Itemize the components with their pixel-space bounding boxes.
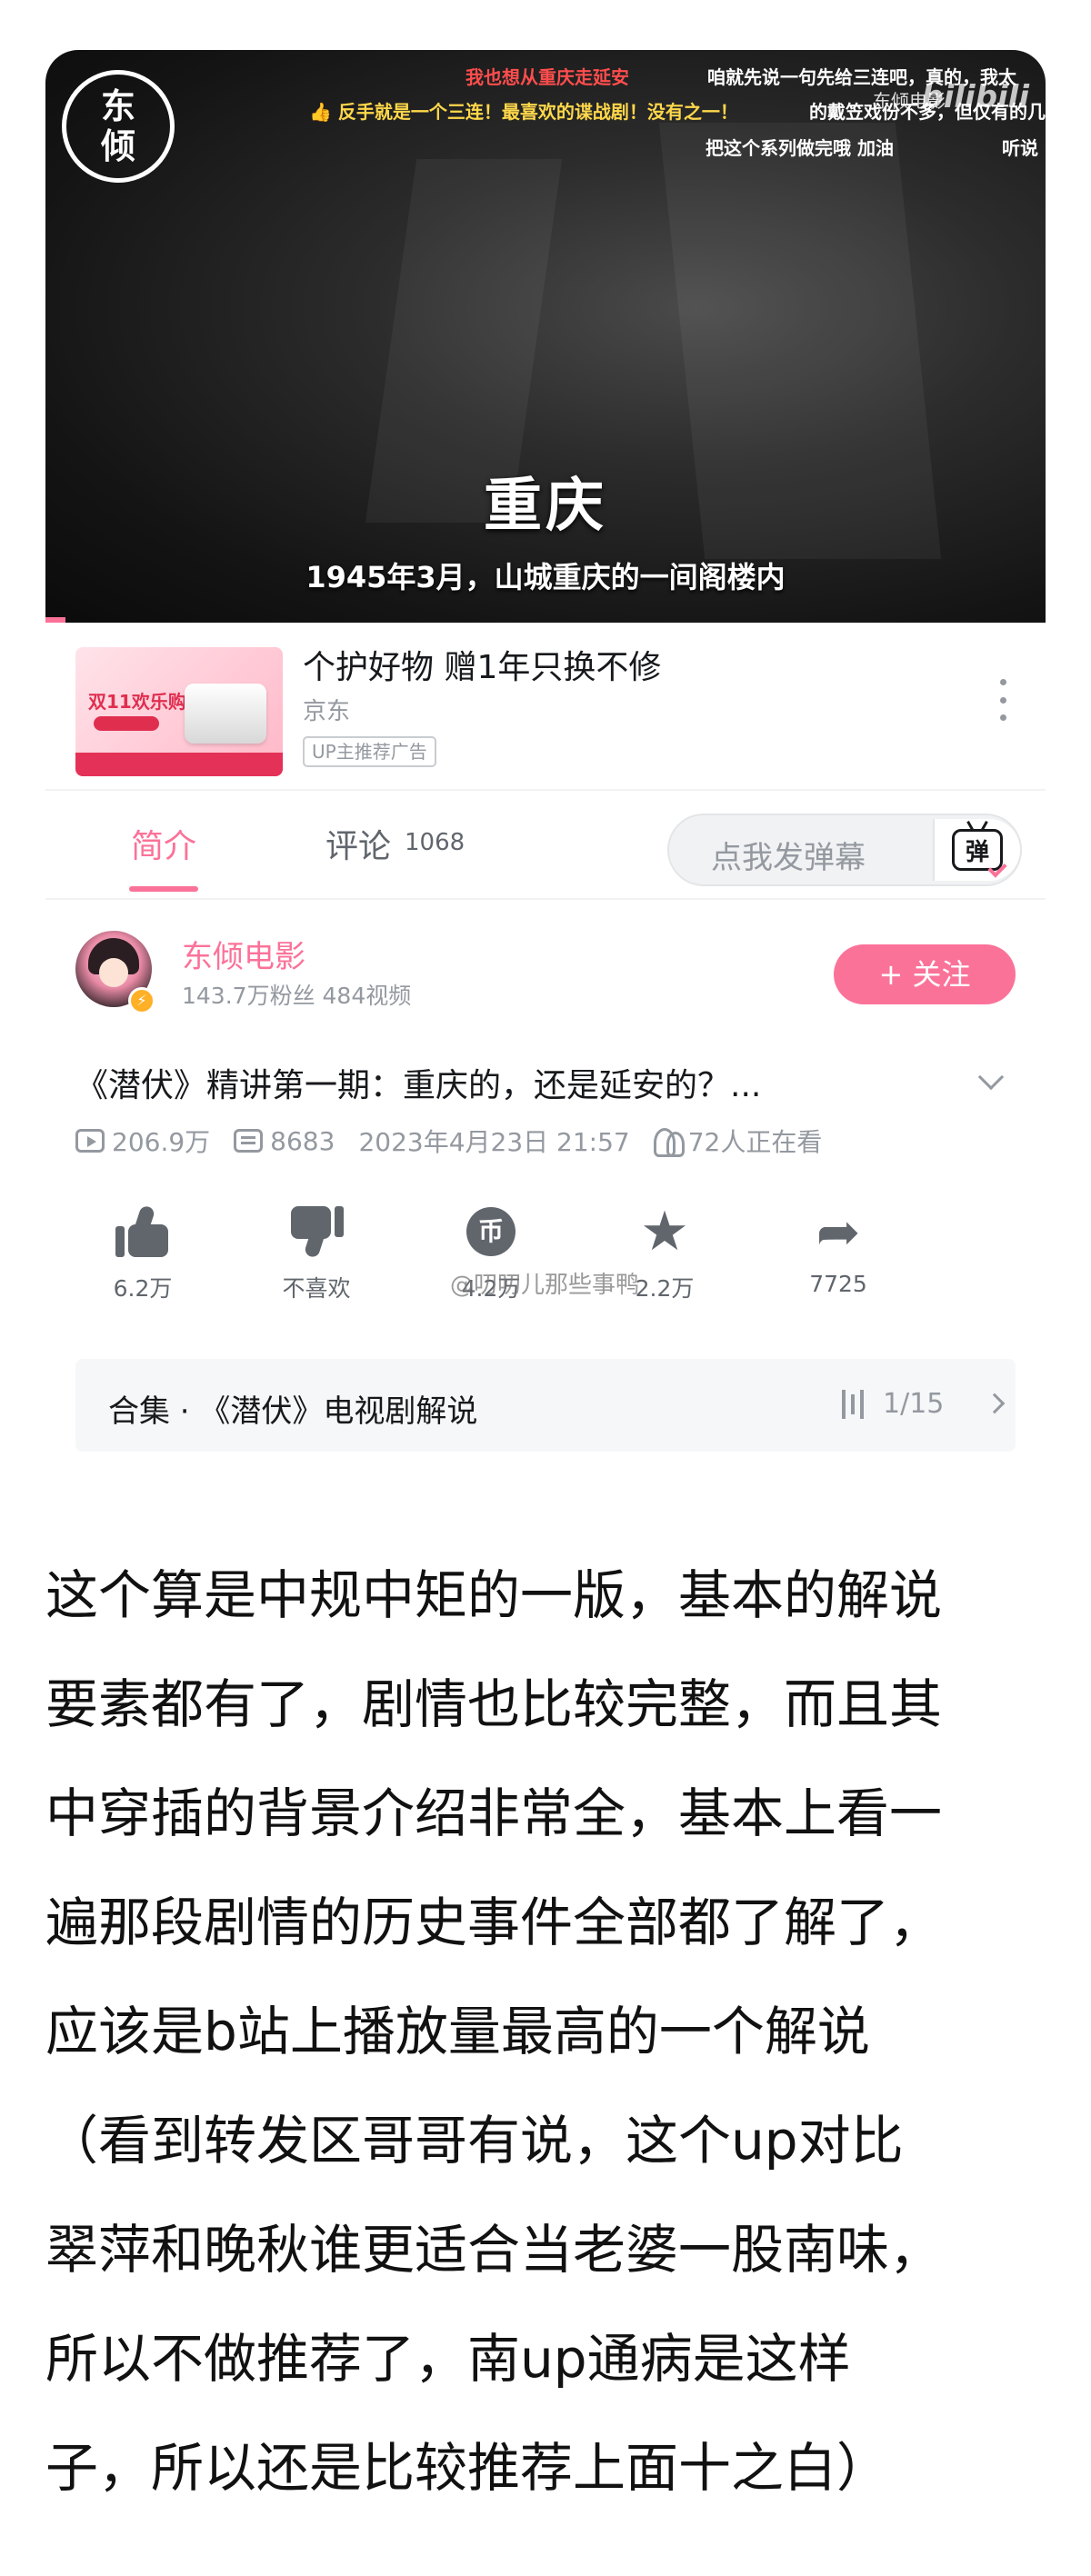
danmaku-comment: 听说 <box>1002 137 1038 159</box>
tab-comments[interactable]: 评论 <box>325 820 391 867</box>
thumbs-down-icon <box>289 1206 344 1259</box>
danmaku-comment: 我也想从重庆走延安 <box>465 66 629 88</box>
like-button[interactable]: 6.2万 <box>70 1200 215 1303</box>
thumbs-up-icon <box>115 1204 170 1257</box>
share-button[interactable]: ➦ 7725 <box>766 1200 911 1297</box>
weibo-watermark: @叨叨儿那些事鸭 <box>450 1272 640 1299</box>
uploader-stats: 143.7万粉丝 484视频 <box>182 983 412 1009</box>
commentary-text: 这个算是中规中矩的一版，基本的解说 要素都有了，剧情也比较完整，而且其 中穿插的… <box>45 1541 1064 2522</box>
like-count: 6.2万 <box>113 1275 173 1302</box>
tab-intro[interactable]: 简介 <box>131 820 196 867</box>
logo-char: 倾 <box>100 126 135 166</box>
dislike-button[interactable]: 不喜欢 <box>244 1200 389 1303</box>
comments-count[interactable]: 1068 <box>405 829 465 856</box>
video-caption-title: 重庆 <box>484 473 607 540</box>
danmaku-button-label: 弹 <box>965 838 989 866</box>
ad-thumb-band <box>75 753 283 776</box>
channel-logo: 东 倾 <box>62 70 175 183</box>
watching-count: 72人正在看 <box>687 1127 823 1157</box>
video-detail-card: 东 倾 我也想从重庆走延安 咱就先说一句先给三连吧，真的，我太 👍 反手就是一个… <box>45 50 1046 1459</box>
collection-label: 合集 · 《潜伏》电视剧解说 <box>108 1393 478 1430</box>
commentary-line: 所以不做推荐了，南up通病是这样 <box>45 2328 851 2390</box>
commentary-line: （看到转发区哥哥有说，这个up对比 <box>45 2110 904 2172</box>
commentary-line: 翠萍和晚秋谁更适合当老婆一股南味， <box>45 2219 943 2281</box>
ad-thumbnail[interactable]: 双11欢乐购 <box>75 647 283 776</box>
video-title[interactable]: 《潜伏》精讲第一期：重庆的，还是延安的？... <box>75 1059 761 1106</box>
ad-product-image <box>185 684 266 744</box>
danmaku-count-icon <box>234 1129 264 1153</box>
commentary-line: 子，所以还是比较推荐上面十之白） <box>45 2437 890 2499</box>
share-icon: ➦ <box>816 1201 861 1263</box>
commentary-line: 遍那段剧情的历史事件全部都了解了， <box>45 1892 943 1953</box>
share-count: 7725 <box>809 1271 867 1297</box>
uploader-name[interactable]: 东倾电影 <box>182 932 305 976</box>
commentary-line: 这个算是中规中矩的一版，基本的解说 <box>45 1564 943 1626</box>
coin-icon: 币 <box>466 1207 515 1256</box>
playlist-icon <box>842 1390 867 1419</box>
danmaku-comment: 👍 反手就是一个三连！最喜欢的谍战剧！没有之一！ <box>309 101 738 123</box>
commentary-line: 中穿插的背景介绍非常全，基本上看一 <box>45 1782 943 1844</box>
star-icon: ★ <box>640 1200 689 1263</box>
play-count-icon <box>75 1129 105 1153</box>
video-meta: 206.9万 8683 2023年4月23日 21:57 72人正在看 <box>75 1123 822 1159</box>
commentary-line: 应该是b站上播放量最高的一个解说 <box>45 2001 870 2062</box>
logo-char: 东 <box>100 86 135 126</box>
dislike-label: 不喜欢 <box>282 1275 351 1302</box>
danmaku-input[interactable]: 点我发弹幕 弹 <box>667 814 1022 886</box>
ad-label-badge: UP主推荐广告 <box>303 736 436 767</box>
viewers-icon <box>653 1128 685 1157</box>
more-options-icon[interactable] <box>998 679 1007 721</box>
expand-chevron-icon[interactable] <box>977 1063 1005 1091</box>
ad-thumb-headline: 双11欢乐购 <box>88 691 186 713</box>
follow-button[interactable]: + 关注 <box>834 944 1016 1004</box>
commentary-line: 要素都有了，剧情也比较完整，而且其 <box>45 1673 943 1735</box>
danmaku-placeholder: 点我发弹幕 <box>711 840 866 876</box>
danmaku-count: 8683 <box>270 1125 335 1156</box>
video-player[interactable]: 东 倾 我也想从重庆走延安 咱就先说一句先给三连吧，真的，我太 👍 反手就是一个… <box>45 50 1046 623</box>
view-count: 206.9万 <box>112 1127 211 1157</box>
chevron-right-icon <box>984 1393 1006 1414</box>
sponsored-ad[interactable]: 双11欢乐购 个护好物 赠1年只换不修 京东 UP主推荐广告 <box>45 623 1046 791</box>
danmaku-tv-icon: 弹 <box>952 829 1007 878</box>
verified-badge-icon: ⚡ <box>128 987 155 1014</box>
tab-bar: 简介 评论 1068 点我发弹幕 弹 <box>45 791 1046 900</box>
danmaku-toggle-button[interactable]: 弹 <box>933 819 1020 881</box>
danmaku-comment: 把这个系列做完哦 加油 <box>706 137 894 159</box>
check-icon <box>987 858 1007 878</box>
action-bar: 6.2万 不喜欢 币 4.2万 ★ 2.2万 ➦ 7725 <box>45 1200 1046 1327</box>
publish-date: 2023年4月23日 21:57 <box>358 1127 630 1157</box>
video-caption-subtitle: 1945年3月，山城重庆的一间阁楼内 <box>305 560 786 594</box>
ad-title[interactable]: 个护好物 赠1年只换不修 <box>303 641 661 688</box>
watermark-channel: 东倾电影 <box>873 90 946 112</box>
uploader-row: ⚡ 东倾电影 143.7万粉丝 484视频 + 关注 <box>45 900 1046 1018</box>
collection-bar[interactable]: 合集 · 《潜伏》电视剧解说 1/15 <box>75 1359 1016 1452</box>
ad-brand: 京东 <box>303 698 351 725</box>
collection-page: 1/15 <box>883 1388 945 1420</box>
ad-thumb-pill <box>94 716 159 731</box>
active-tab-indicator <box>129 886 198 892</box>
